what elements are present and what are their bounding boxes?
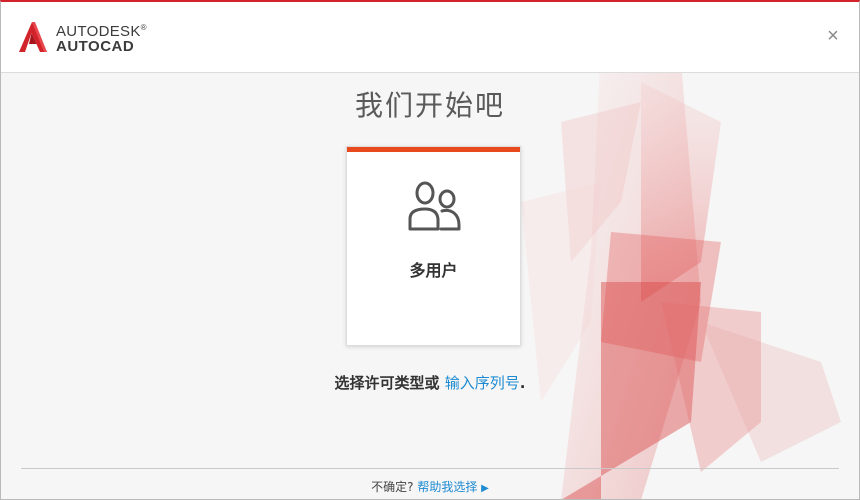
brand-reg: ®	[140, 23, 147, 32]
card-label: 多用户	[409, 261, 458, 280]
footer-question: 不确定?	[371, 480, 418, 494]
autocad-logo-icon	[19, 22, 47, 52]
brand-line2: AUTOCAD	[56, 38, 135, 55]
enter-serial-link[interactable]: 输入序列号	[445, 374, 520, 392]
help-me-choose-link[interactable]: 帮助我选择	[417, 480, 477, 494]
prompt-text: 选择许可类型或	[334, 374, 445, 392]
brand-text: AUTODESK® AUTOCAD	[56, 20, 147, 54]
license-prompt: 选择许可类型或 输入序列号.	[1, 372, 859, 393]
page-title: 我们开始吧	[354, 89, 505, 122]
close-icon: ×	[827, 25, 839, 47]
header-bar: AUTODESK® AUTOCAD ×	[1, 2, 859, 73]
footer-divider	[21, 468, 839, 469]
multi-user-card[interactable]: 多用户	[346, 146, 521, 346]
footer: 不确定? 帮助我选择 ▶	[1, 478, 859, 495]
card-accent-bar	[347, 147, 520, 152]
prompt-end: .	[519, 374, 526, 392]
dialog-window: AUTODESK® AUTOCAD × 我们开始吧 多用户 选择许可类型或 输入…	[0, 0, 860, 500]
arrow-right-icon[interactable]: ▶	[481, 483, 489, 494]
close-button[interactable]: ×	[825, 25, 841, 47]
multi-user-icon	[408, 181, 461, 231]
